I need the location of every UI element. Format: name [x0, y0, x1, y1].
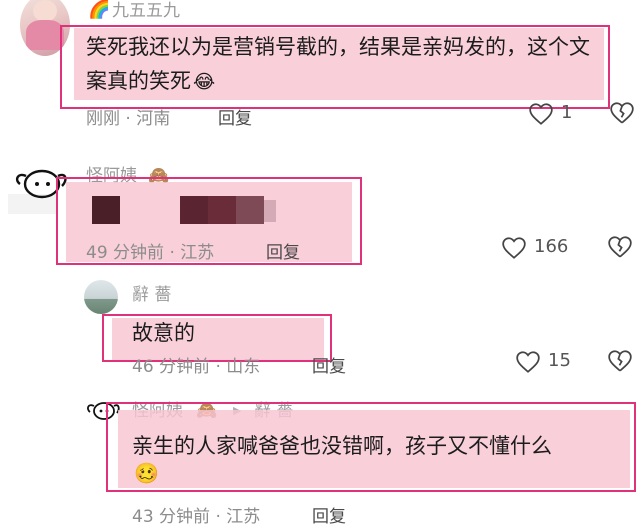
reply-button[interactable]: 回复 [266, 238, 300, 263]
heart-outline-icon [516, 351, 540, 373]
laughing-emoji: 😂 [193, 71, 216, 93]
comment-text: 亲生的人家喊爸爸也没错啊，孩子又不懂什么 [132, 434, 552, 458]
comment-location: 江苏 [180, 243, 215, 263]
heart-outline-icon [529, 103, 553, 125]
avatar[interactable] [84, 280, 118, 314]
comment-text: 笑死我还以为是营销号截的，结果是亲妈发的，这个文案真的笑死 😂 [86, 35, 590, 93]
comment-username[interactable]: 辭 薔 [132, 284, 171, 306]
pixelated-text [236, 196, 264, 224]
broken-heart-icon [608, 350, 632, 372]
like-button[interactable]: 15 [514, 348, 584, 376]
pixelated-text [180, 196, 208, 224]
pixelated-text [92, 196, 120, 224]
comment-meta: 43 分钟前 · 江苏 [132, 507, 261, 527]
dislike-button[interactable] [606, 348, 634, 376]
comment-location: 山东 [226, 357, 261, 377]
comment-time: 46 分钟前 [132, 357, 211, 377]
like-button[interactable]: 1 [527, 100, 587, 128]
like-count: 15 [548, 350, 571, 371]
comment-time: 43 分钟前 [132, 507, 211, 527]
broken-heart-icon [608, 236, 632, 258]
comment-meta: 刚刚 · 河南 [86, 109, 171, 129]
comment-text: 故意的 [132, 321, 195, 345]
comment-username[interactable]: 九五五九 [112, 0, 180, 22]
like-button[interactable]: 166 [500, 234, 580, 262]
rainbow-icon: 🌈 [88, 0, 111, 20]
comment-time: 刚刚 [86, 109, 120, 129]
reply-button[interactable]: 回复 [218, 104, 252, 129]
dislike-button[interactable] [606, 234, 634, 262]
comment-location: 河南 [136, 109, 171, 129]
like-count: 1 [561, 102, 573, 123]
heart-outline-icon [502, 237, 526, 259]
broken-heart-icon [610, 102, 634, 124]
reply-button[interactable]: 回复 [312, 352, 346, 377]
dislike-button[interactable] [608, 100, 636, 128]
like-count: 166 [534, 236, 569, 257]
comment-meta: 46 分钟前 · 山东 [132, 357, 261, 377]
woozy-emoji: 🥴 [134, 461, 159, 485]
comment-location: 江苏 [226, 507, 261, 527]
comment-time: 49 分钟前 [86, 243, 165, 263]
comment-meta: 49 分钟前 · 江苏 [86, 243, 215, 263]
pixelated-text [264, 200, 276, 222]
pixelated-text [208, 196, 236, 224]
reply-button[interactable]: 回复 [312, 502, 346, 527]
